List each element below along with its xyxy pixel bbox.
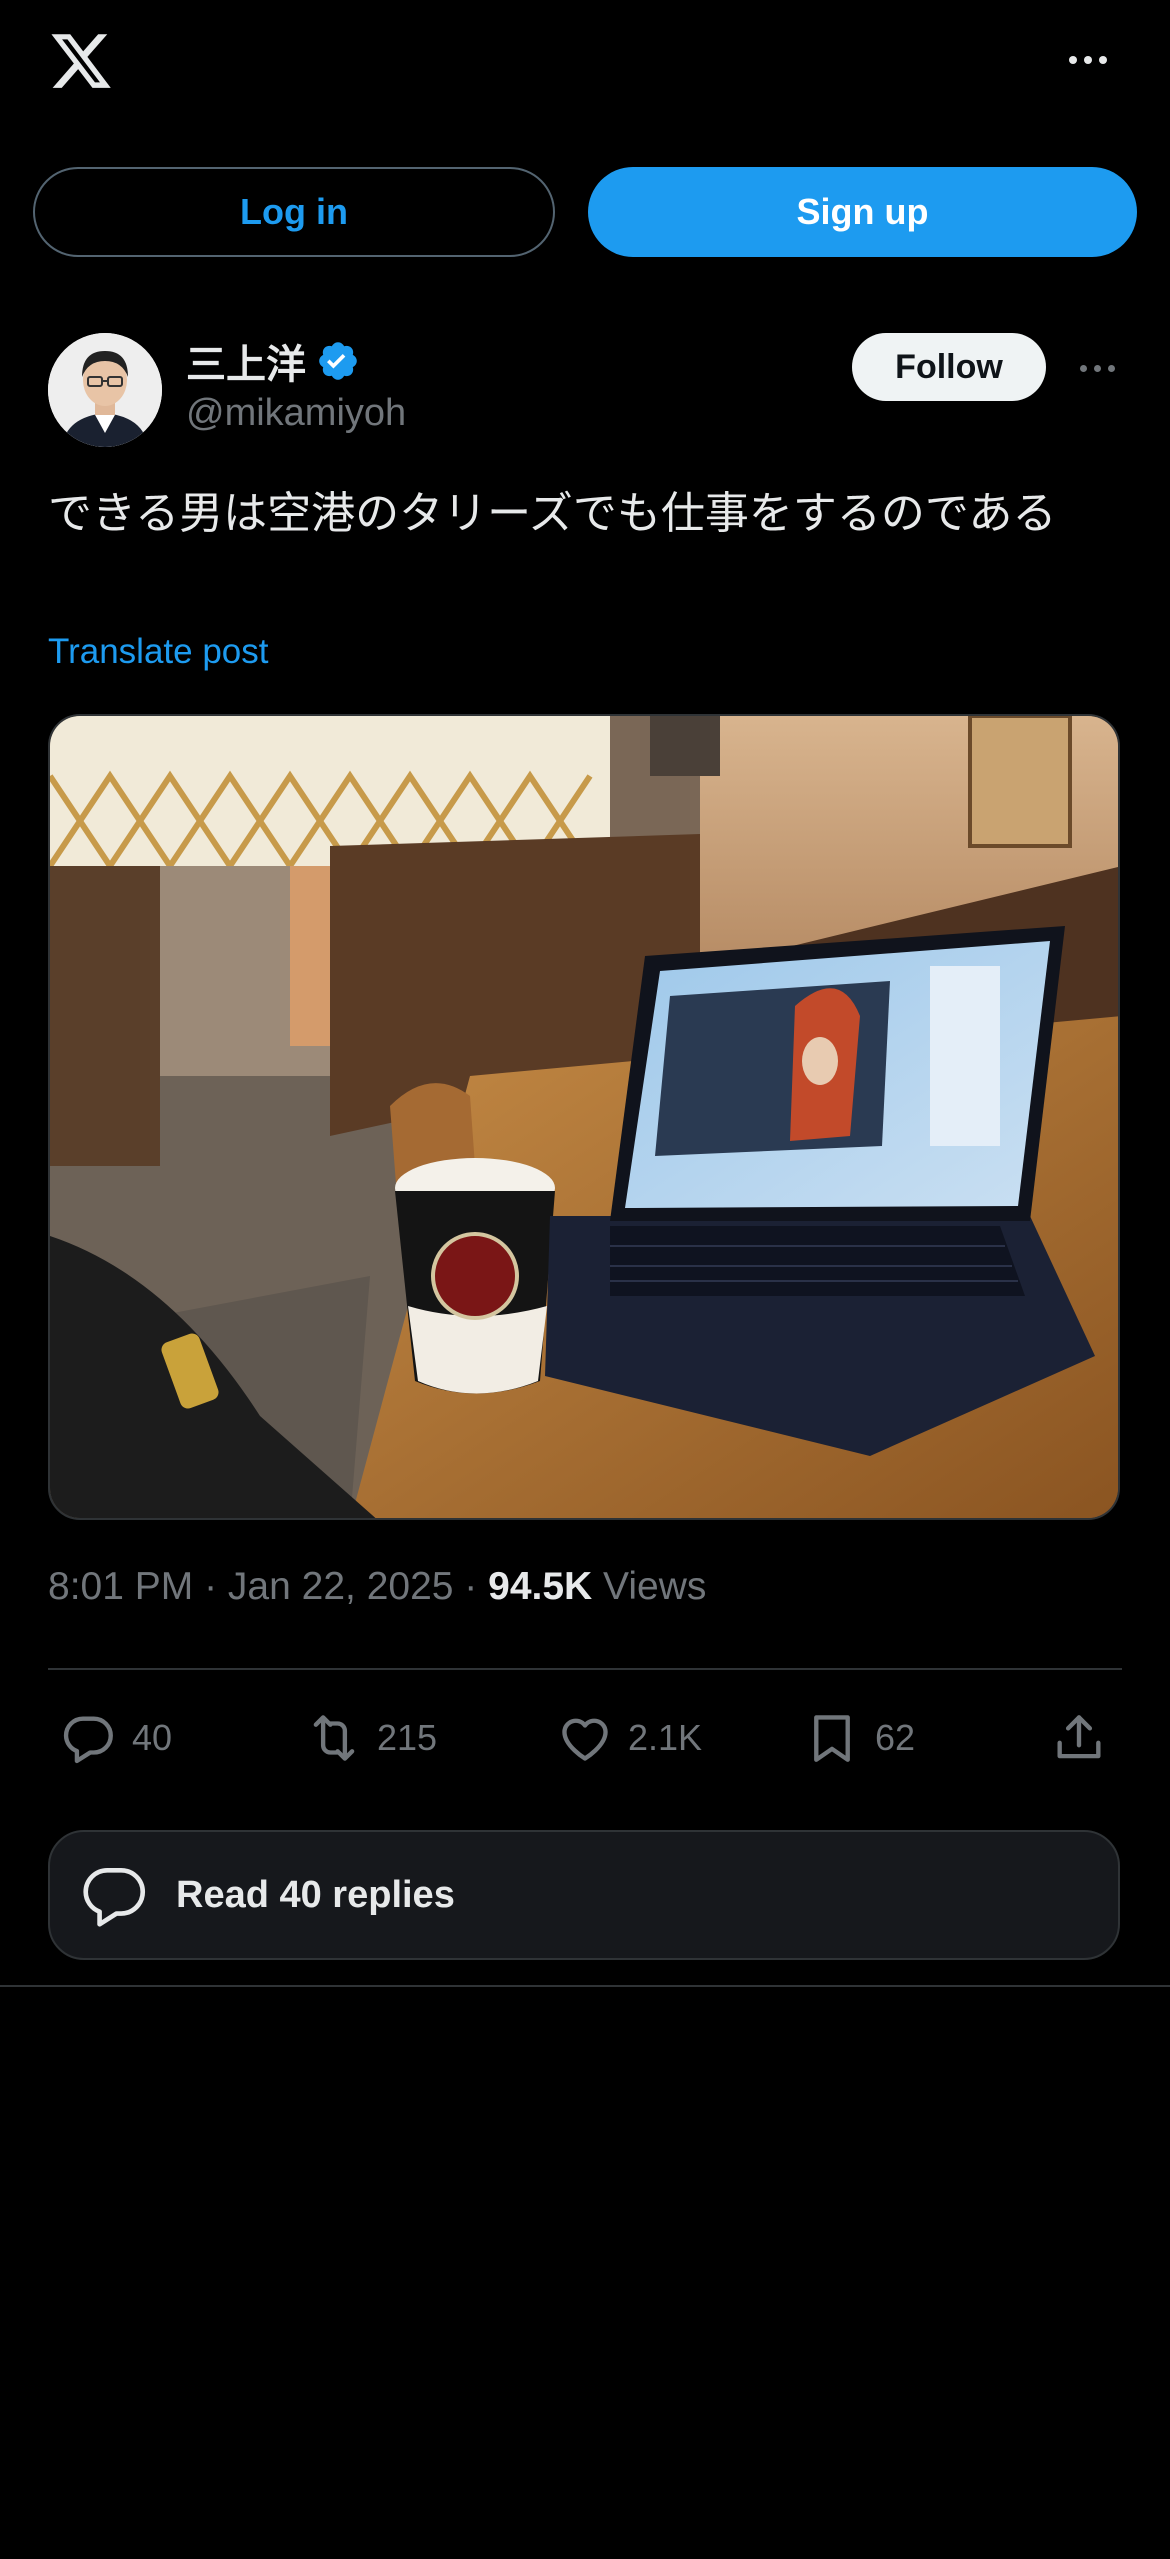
post-date[interactable]: Jan 22, 2025 (228, 1565, 454, 1608)
post-more-icon[interactable] (1072, 355, 1122, 381)
x-logo-icon[interactable] (48, 28, 114, 94)
read-replies-label: Read 40 replies (176, 1873, 455, 1916)
author-handle[interactable]: @mikamiyoh (186, 392, 406, 435)
meta-separator: · (453, 1565, 489, 1608)
views-count: 94.5K (488, 1565, 593, 1608)
post-image[interactable] (48, 714, 1120, 1520)
post-text: できる男は空港のタリーズでも仕事をするのである (48, 488, 1057, 539)
share-icon (1057, 1715, 1101, 1759)
bookmark-button[interactable]: 62 (803, 1705, 915, 1771)
translate-post-link[interactable]: Translate post (48, 632, 268, 672)
repost-button[interactable]: 215 (305, 1705, 437, 1771)
like-button[interactable]: 2.1K (556, 1705, 702, 1771)
reply-icon (63, 1716, 113, 1764)
divider (0, 1985, 1170, 1987)
views-label: Views (603, 1565, 707, 1608)
reply-button[interactable]: 40 (60, 1705, 172, 1771)
read-replies-button[interactable]: Read 40 replies (48, 1830, 1120, 1960)
like-count: 2.1K (628, 1717, 703, 1758)
author-name-row[interactable]: 三上洋 (186, 332, 360, 390)
reply-count: 40 (132, 1717, 173, 1758)
post-meta: 8:01 PM · Jan 22, 2025 · 94.5K Views (48, 1565, 706, 1609)
heart-icon (562, 1718, 608, 1761)
repost-icon (313, 1715, 355, 1761)
bookmark-count: 62 (875, 1717, 916, 1758)
avatar[interactable] (48, 333, 162, 447)
follow-button[interactable]: Follow (852, 333, 1046, 401)
author-display-name[interactable]: 三上洋 (186, 332, 306, 390)
repost-count: 215 (377, 1717, 438, 1758)
divider (48, 1668, 1122, 1670)
post-time[interactable]: 8:01 PM (48, 1565, 193, 1608)
share-button[interactable] (1050, 1705, 1108, 1771)
login-button[interactable]: Log in (33, 167, 555, 257)
more-options-icon[interactable] (1058, 38, 1118, 82)
bookmark-icon (814, 1715, 850, 1762)
meta-separator: · (193, 1565, 228, 1608)
reply-icon (83, 1868, 146, 1927)
signup-button[interactable]: Sign up (588, 167, 1137, 257)
verified-badge-icon (319, 342, 357, 380)
